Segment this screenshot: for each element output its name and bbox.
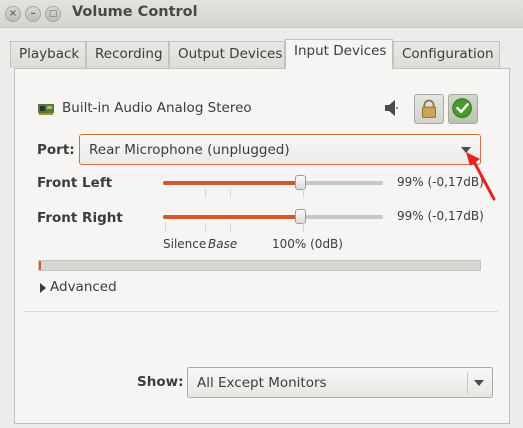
channel-front-right-label: Front Right xyxy=(37,210,123,226)
port-select[interactable]: Rear Microphone (unplugged) xyxy=(79,134,481,165)
slider-tick xyxy=(165,223,166,231)
port-label: Port: xyxy=(37,142,75,158)
maximize-icon: □ xyxy=(48,9,58,19)
port-select-value: Rear Microphone (unplugged) xyxy=(89,142,290,158)
show-filter-value: All Except Monitors xyxy=(197,375,327,391)
input-level-meter-fill xyxy=(39,261,42,270)
speaker-mute-icon[interactable] xyxy=(384,99,398,117)
tab-playback[interactable]: Playback xyxy=(10,41,86,68)
channel-front-left-label: Front Left xyxy=(37,175,113,191)
tab-input-devices[interactable]: Input Devices xyxy=(285,39,393,69)
slider-tick xyxy=(230,189,231,197)
maximize-window-button[interactable]: □ xyxy=(45,6,61,22)
annotation-arrow-icon xyxy=(466,152,496,201)
advanced-expander[interactable]: Advanced xyxy=(50,279,117,295)
slider-tick xyxy=(230,223,231,231)
lock-icon xyxy=(422,99,436,118)
show-filter-select[interactable]: All Except Monitors xyxy=(187,367,493,398)
input-level-meter xyxy=(38,260,481,271)
expander-arrow-icon[interactable] xyxy=(40,283,46,293)
close-icon: × xyxy=(8,8,18,19)
window-title: Volume Control xyxy=(72,4,198,20)
chevron-down-icon xyxy=(474,380,484,386)
combo-separator xyxy=(467,372,468,394)
divider xyxy=(24,311,498,312)
title-bar: × – □ Volume Control xyxy=(0,0,523,28)
tab-configuration[interactable]: Configuration xyxy=(393,41,500,68)
device-name: Built-in Audio Analog Stereo xyxy=(62,100,252,116)
show-label: Show: xyxy=(137,374,184,390)
minimize-icon: – xyxy=(30,8,36,19)
set-default-check-icon xyxy=(452,98,472,118)
set-default-button[interactable] xyxy=(448,94,478,124)
tab-recording[interactable]: Recording xyxy=(86,41,169,68)
lock-channels-button[interactable] xyxy=(414,94,444,124)
front-right-slider[interactable] xyxy=(163,209,383,224)
scale-silence-label: Silence xyxy=(163,237,207,251)
close-window-button[interactable]: × xyxy=(5,6,21,22)
front-left-slider[interactable] xyxy=(163,175,383,190)
sound-card-icon xyxy=(38,104,54,115)
slider-tick xyxy=(205,223,206,231)
minimize-window-button[interactable]: – xyxy=(25,6,41,22)
slider-tick xyxy=(303,189,304,197)
front-left-slider-knob[interactable] xyxy=(295,175,307,190)
front-right-slider-knob[interactable] xyxy=(295,209,307,224)
tab-output-devices[interactable]: Output Devices xyxy=(169,41,285,68)
scale-base-label: Base xyxy=(208,237,238,251)
front-right-value: 99% (-0,17dB) xyxy=(397,209,484,223)
scale-full-label: 100% (0dB) xyxy=(272,237,343,251)
slider-tick xyxy=(303,223,304,231)
front-right-slider-fill xyxy=(163,215,301,219)
front-left-slider-fill xyxy=(163,181,301,185)
slider-tick xyxy=(205,189,206,197)
